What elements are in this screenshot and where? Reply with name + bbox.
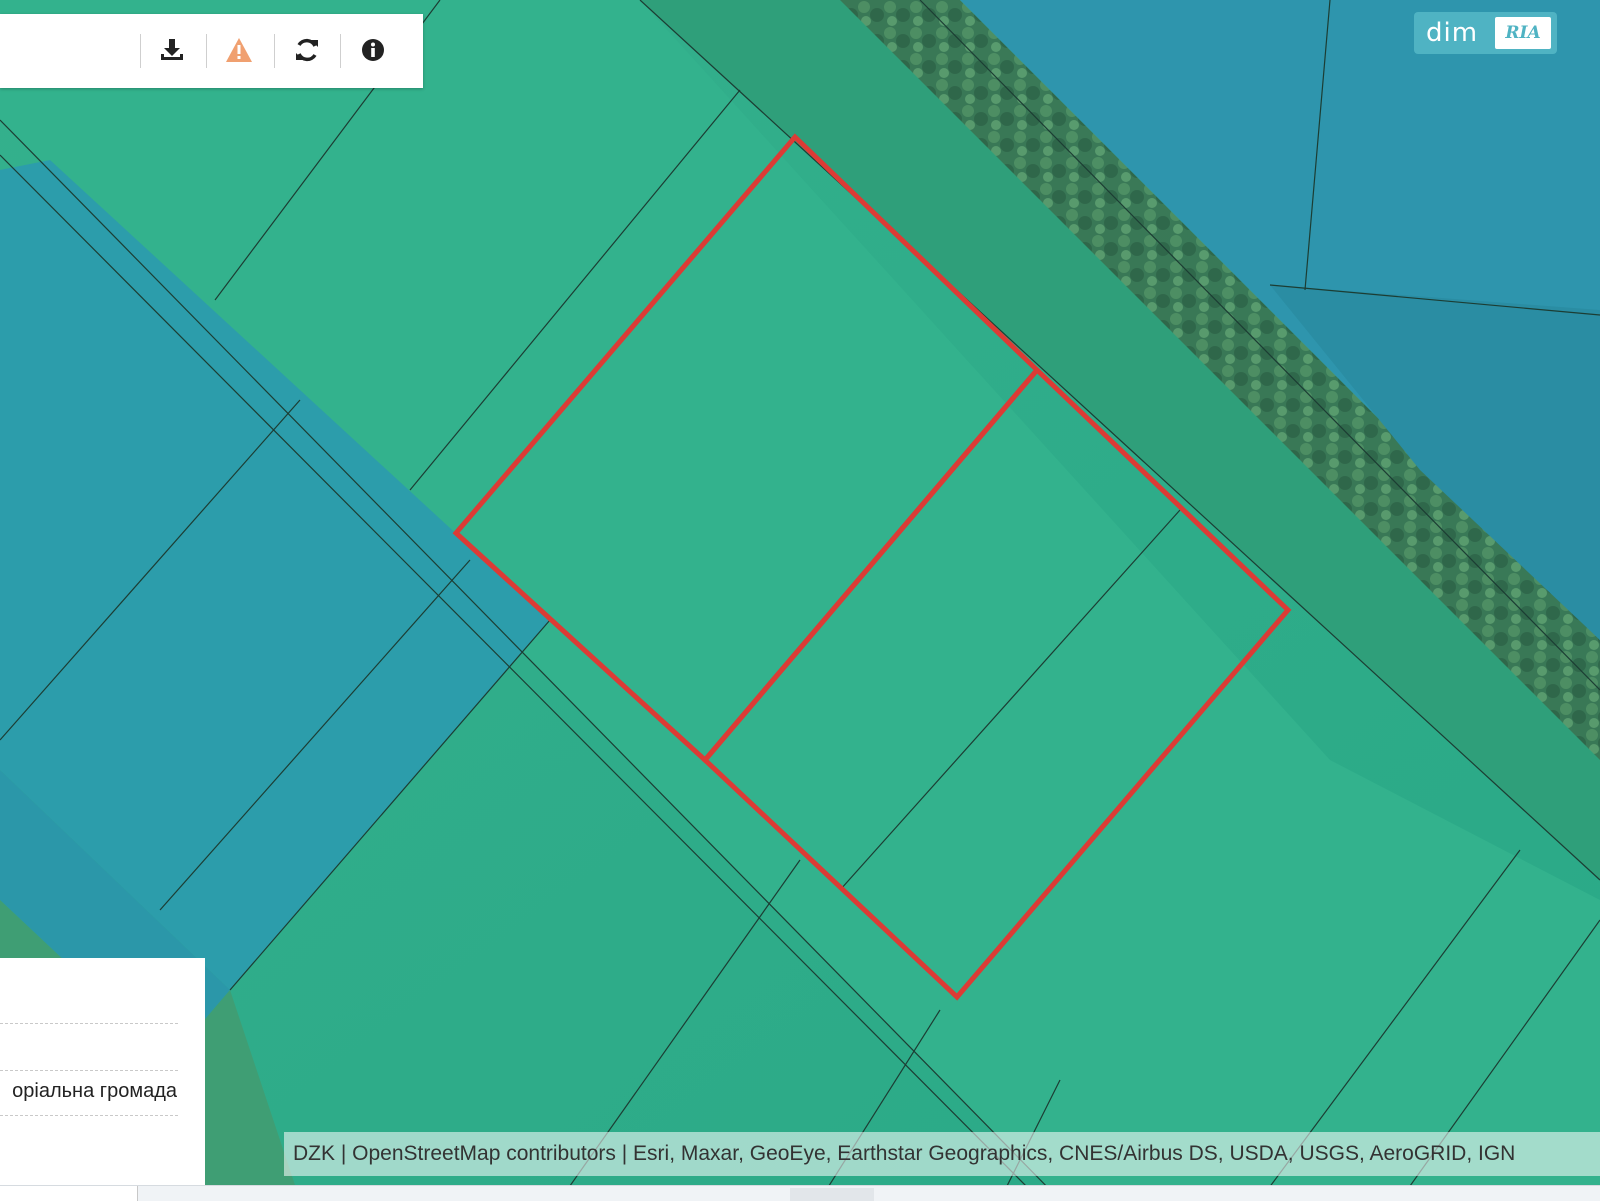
community-label: оріальна громада: [12, 1080, 177, 1102]
map-toolbar: [0, 14, 423, 88]
refresh-button[interactable]: [285, 28, 329, 72]
panel-divider: [0, 1023, 178, 1024]
toolbar-separator: [140, 34, 141, 68]
panel-divider: [0, 1070, 178, 1071]
download-icon: [161, 39, 183, 60]
report-button[interactable]: [217, 28, 261, 72]
bottom-bar-segment: [790, 1188, 874, 1201]
bottom-tab[interactable]: [0, 1186, 138, 1201]
info-icon: [362, 39, 384, 61]
download-button[interactable]: [150, 28, 194, 72]
refresh-icon: [296, 38, 318, 62]
map-attribution: DZK | OpenStreetMap contributors | Esri,…: [284, 1132, 1600, 1176]
logo-ria-text: RIA: [1495, 17, 1551, 49]
map-canvas[interactable]: [0, 0, 1600, 1200]
dimria-logo: dim RIA: [1414, 12, 1557, 54]
logo-dim-text: dim: [1426, 18, 1479, 48]
toolbar-separator: [340, 34, 341, 68]
toolbar-separator: [274, 34, 275, 68]
info-button[interactable]: [351, 28, 395, 72]
bottom-bar: [0, 1185, 1600, 1201]
toolbar-separator: [206, 34, 207, 68]
parcel-info-panel: оріальна громада: [0, 958, 205, 1188]
warning-icon: [226, 38, 252, 62]
panel-divider: [0, 1115, 178, 1116]
